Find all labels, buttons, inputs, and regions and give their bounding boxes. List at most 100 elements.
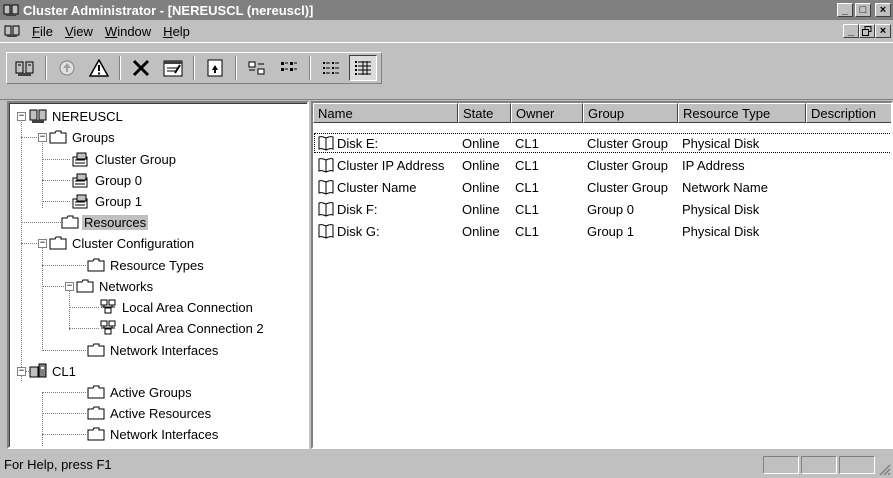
tree-item-groups[interactable]: Groups	[49, 127, 117, 147]
delete-icon	[132, 59, 150, 77]
toolbar-separator	[309, 56, 311, 80]
folder-icon	[49, 236, 67, 250]
cell-owner: CL1	[515, 135, 539, 151]
tree-item-cluster-configuration[interactable]: Cluster Configuration	[49, 233, 196, 253]
large-icons-button[interactable]	[243, 55, 271, 81]
collapse-toggle[interactable]: −	[65, 282, 74, 291]
collapse-toggle[interactable]: −	[38, 239, 47, 248]
maximize-button[interactable]: □	[855, 3, 871, 17]
server-node-icon	[29, 363, 47, 378]
resize-grip-icon[interactable]	[879, 464, 891, 476]
resource-icon	[318, 158, 334, 173]
resource-icon	[318, 180, 334, 195]
tree-item-network-interfaces[interactable]: Network Interfaces	[87, 340, 220, 360]
cell-owner: CL1	[515, 157, 539, 173]
mdi-restore-button[interactable]	[859, 24, 875, 38]
toolbar-separator	[193, 56, 195, 80]
group-icon	[72, 152, 88, 167]
close-button[interactable]: ×	[875, 3, 891, 17]
toolbar-separator	[235, 56, 237, 80]
tree-item-node-cl1[interactable]: CL1	[29, 361, 78, 381]
list-view-button[interactable]	[317, 55, 345, 81]
cell-name: Disk G:	[337, 223, 380, 239]
tree-item-active-resources[interactable]: Active Resources	[87, 403, 213, 423]
cluster-icon	[29, 109, 47, 123]
group-icon	[72, 173, 88, 188]
column-header-description[interactable]: Description	[806, 103, 891, 123]
cell-group: Group 0	[587, 201, 634, 217]
tree-item-group-0[interactable]: Group 0	[72, 170, 144, 190]
cell-owner: CL1	[515, 201, 539, 217]
tree-item-local-area-connection[interactable]: Local Area Connection	[99, 297, 255, 317]
tree-item-node-network-interfaces[interactable]: Network Interfaces	[87, 424, 220, 444]
cell-state: Online	[462, 201, 500, 217]
table-row[interactable]: Disk E: Online CL1 Cluster Group Physica…	[313, 132, 891, 154]
menu-help[interactable]: Help	[157, 24, 196, 39]
tree-item-cluster-group[interactable]: Cluster Group	[72, 149, 178, 169]
status-panel	[839, 456, 875, 474]
warning-icon	[89, 59, 109, 77]
folder-icon	[87, 427, 105, 441]
column-header-resource-type[interactable]: Resource Type	[678, 103, 806, 123]
cell-group: Cluster Group	[587, 179, 668, 195]
collapse-toggle[interactable]: −	[17, 112, 26, 121]
folder-icon	[87, 385, 105, 399]
bring-online-button[interactable]	[53, 55, 81, 81]
cell-state: Online	[462, 179, 500, 195]
menu-bar: File View Window Help _ ×	[0, 20, 893, 42]
minimize-button[interactable]: _	[837, 3, 853, 17]
tree-item-resource-types[interactable]: Resource Types	[87, 255, 206, 275]
properties-button[interactable]	[159, 55, 187, 81]
column-header-name[interactable]: Name	[313, 103, 458, 123]
bring-online-icon	[59, 60, 75, 76]
tree-item-group-1[interactable]: Group 1	[72, 191, 144, 211]
mdi-close-button[interactable]: ×	[875, 24, 891, 38]
status-panel	[801, 456, 837, 474]
tree-item-active-groups[interactable]: Active Groups	[87, 382, 194, 402]
open-connection-button[interactable]	[11, 55, 39, 81]
status-panel	[763, 456, 799, 474]
tree-item-local-area-connection-2[interactable]: Local Area Connection 2	[99, 318, 266, 338]
folder-icon	[61, 215, 79, 229]
column-header-state[interactable]: State	[458, 103, 511, 123]
table-row[interactable]: Cluster IP Address Online CL1 Cluster Gr…	[313, 154, 891, 176]
take-offline-button[interactable]	[85, 55, 113, 81]
column-header-owner[interactable]: Owner	[511, 103, 583, 123]
cell-state: Online	[462, 157, 500, 173]
title-bar[interactable]: Cluster Administrator - [NEREUSCL (nereu…	[0, 0, 893, 20]
cell-state: Online	[462, 223, 500, 239]
delete-button[interactable]	[127, 55, 155, 81]
column-header-group[interactable]: Group	[583, 103, 678, 123]
cell-name: Cluster IP Address	[337, 157, 445, 173]
menu-file[interactable]: File	[26, 24, 59, 39]
table-row[interactable]: Disk G: Online CL1 Group 1 Physical Disk	[313, 220, 891, 242]
table-row[interactable]: Disk F: Online CL1 Group 0 Physical Disk	[313, 198, 891, 220]
cell-name: Cluster Name	[337, 179, 417, 195]
large-icons-icon	[248, 61, 265, 75]
collapse-toggle[interactable]: −	[17, 367, 26, 376]
mdi-minimize-button[interactable]: _	[843, 24, 859, 38]
refresh-button[interactable]	[201, 55, 229, 81]
restore-icon	[862, 26, 872, 36]
details-view-button[interactable]	[349, 55, 377, 81]
resource-list[interactable]: Name State Owner Group Resource Type Des…	[311, 101, 893, 449]
menu-view[interactable]: View	[59, 24, 99, 39]
resource-icon	[318, 136, 334, 151]
collapse-toggle[interactable]: −	[38, 133, 47, 142]
small-icons-button[interactable]	[275, 55, 303, 81]
menu-window[interactable]: Window	[99, 24, 157, 39]
mdi-child-icon[interactable]	[4, 23, 20, 39]
cell-resource-type: Physical Disk	[682, 223, 760, 239]
cell-group: Group 1	[587, 223, 634, 239]
tree-item-resources[interactable]: Resources	[61, 212, 149, 232]
tree-item-cluster-root[interactable]: NEREUSCL	[29, 106, 125, 126]
folder-icon	[49, 130, 67, 144]
properties-icon	[163, 60, 183, 77]
tree-item-networks[interactable]: Networks	[76, 276, 155, 296]
list-view-icon	[323, 62, 339, 74]
resource-icon	[318, 202, 334, 217]
cluster-tree[interactable]: − − − − − NEREUSCL Groups Cluster Group …	[7, 101, 309, 449]
table-row[interactable]: Cluster Name Online CL1 Cluster Group Ne…	[313, 176, 891, 198]
refresh-icon	[207, 59, 223, 77]
cell-resource-type: Physical Disk	[682, 135, 760, 151]
